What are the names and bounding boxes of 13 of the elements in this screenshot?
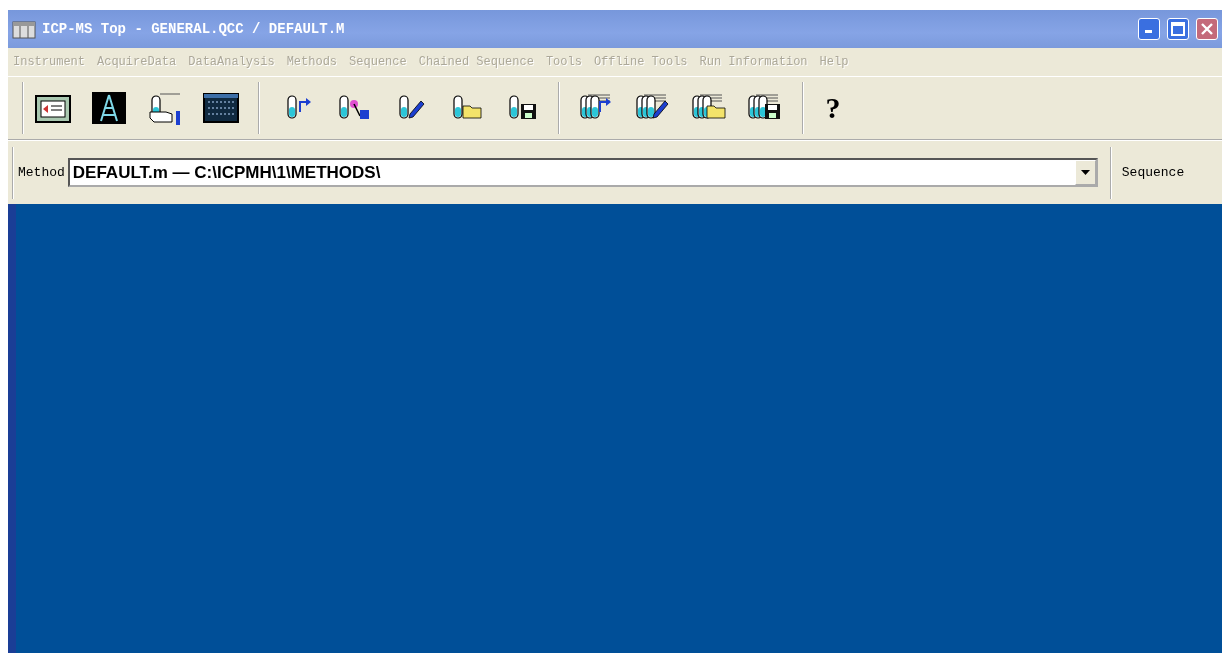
method-dropdown[interactable]: DEFAULT.m — C:\ICPMH\1\METHODS\: [67, 158, 1098, 187]
minimize-button[interactable]: [1138, 18, 1160, 40]
method-label: Method: [18, 165, 65, 180]
maximize-icon: [1171, 22, 1185, 36]
maximize-button[interactable]: [1167, 18, 1189, 40]
sequence-label: Sequence: [1121, 165, 1185, 180]
close-button[interactable]: [1196, 18, 1218, 40]
app-icon: [12, 19, 36, 39]
caret-icon: [1080, 170, 1090, 175]
window-title: ICP-MS Top - GENERAL.QCC / DEFAULT.M: [42, 21, 346, 37]
close-icon: [1200, 22, 1214, 36]
help-button[interactable]: ?: [822, 89, 844, 127]
tower-button[interactable]: [90, 89, 128, 127]
